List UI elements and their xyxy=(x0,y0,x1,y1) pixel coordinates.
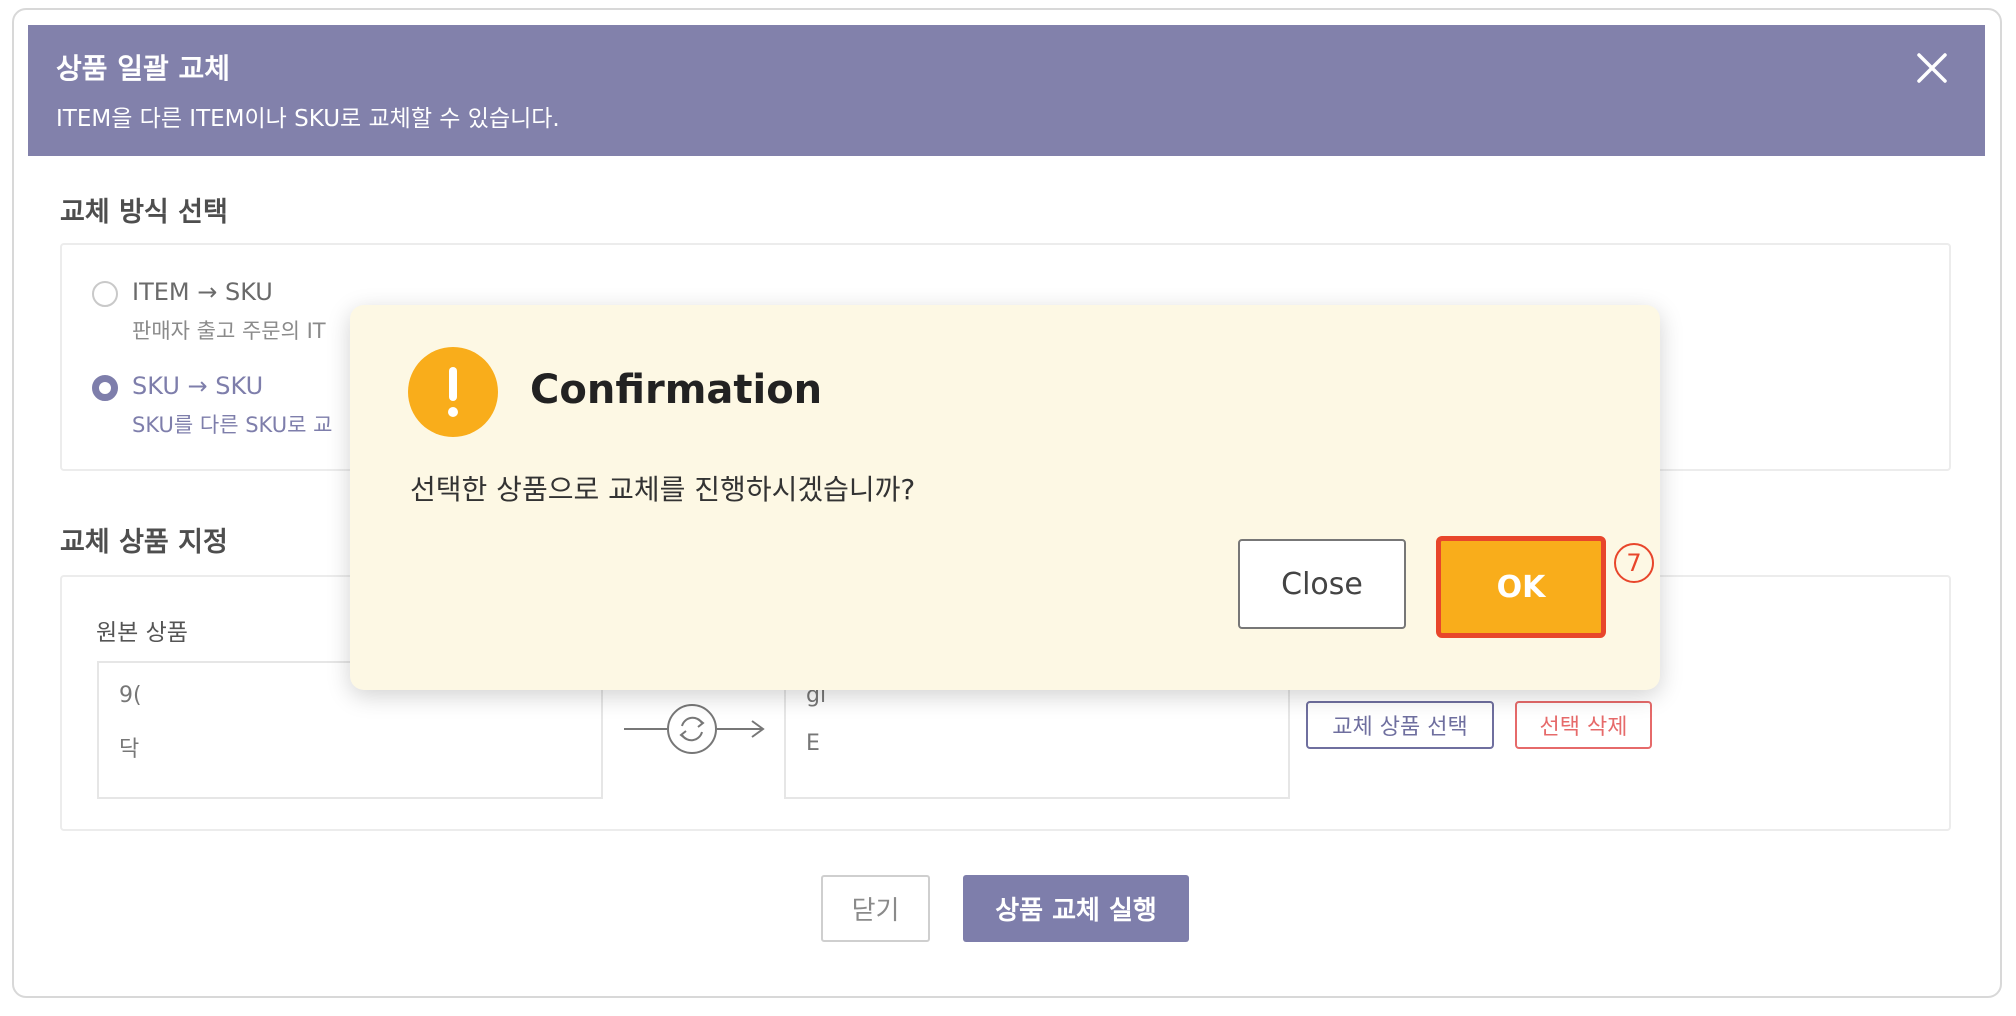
dialog-close-button[interactable]: Close xyxy=(1238,539,1406,629)
modal-title: 상품 일괄 교체 xyxy=(56,52,231,85)
source-product-line-1: 9( xyxy=(119,683,142,708)
radio-item-to-sku[interactable] xyxy=(92,281,118,307)
dialog-title: Confirmation xyxy=(530,367,823,413)
delete-selection-button[interactable]: 선택 삭제 xyxy=(1515,701,1652,749)
exclamation-dot xyxy=(448,407,458,417)
select-replacement-button[interactable]: 교체 상품 선택 xyxy=(1306,701,1494,749)
execute-replacement-button[interactable]: 상품 교체 실행 xyxy=(963,875,1189,942)
step-marker: 7 xyxy=(1614,543,1654,583)
option-item-to-sku-label: ITEM → SKU xyxy=(132,278,273,306)
method-section-title: 교체 방식 선택 xyxy=(60,197,228,228)
footer-close-button[interactable]: 닫기 xyxy=(821,875,930,942)
dialog-ok-button[interactable]: OK xyxy=(1436,536,1606,638)
modal-header: 상품 일괄 교체 ITEM을 다른 ITEM이나 SKU로 교체할 수 있습니다… xyxy=(28,25,1985,156)
exclamation-bar xyxy=(449,367,457,401)
source-product-line-2: 닥 xyxy=(119,737,140,762)
dialog-message: 선택한 상품으로 교체를 진행하시겠습니까? xyxy=(410,473,916,506)
radio-sku-to-sku[interactable] xyxy=(92,375,118,401)
modal-subtitle: ITEM을 다른 ITEM이나 SKU로 교체할 수 있습니다. xyxy=(56,106,560,132)
target-product-line-2: E xyxy=(806,731,820,756)
swap-arrow-icon xyxy=(624,704,765,754)
option-sku-to-sku-desc: SKU를 다른 SKU로 교 xyxy=(132,413,333,437)
confirmation-dialog: Confirmation 선택한 상품으로 교체를 진행하시겠습니까? Clos… xyxy=(350,305,1660,690)
target-section-title: 교체 상품 지정 xyxy=(60,527,228,558)
option-sku-to-sku-label: SKU → SKU xyxy=(132,372,264,400)
source-product-label: 원본 상품 xyxy=(96,620,188,646)
close-icon[interactable] xyxy=(1913,49,1951,87)
option-item-to-sku-desc: 판매자 출고 주문의 IT xyxy=(132,319,326,343)
exclamation-icon xyxy=(408,347,498,437)
